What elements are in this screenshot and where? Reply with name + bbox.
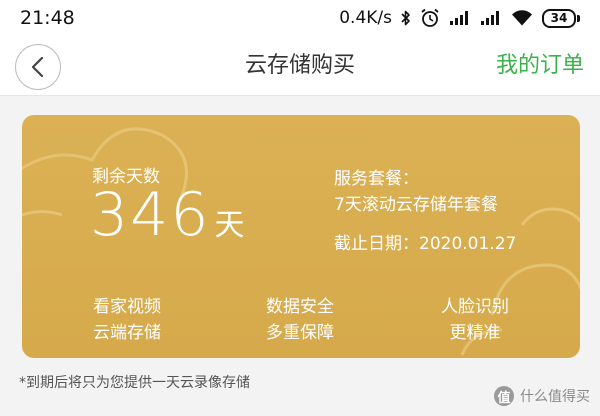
feature-line: 更精准	[449, 323, 501, 343]
network-speed: 0.4K/s	[339, 8, 392, 28]
battery-icon: 34	[542, 8, 580, 28]
status-bar: 21:48 0.4K/s 34	[0, 0, 600, 36]
remaining-days-value: 346	[90, 180, 211, 250]
alarm-clock-icon	[420, 8, 440, 28]
my-orders-link[interactable]: 我的订单	[496, 36, 584, 96]
watermark: 值 什么值得买	[494, 386, 590, 406]
feature-video-storage: 看家视频 云端存储	[67, 294, 187, 346]
feature-face-recognition: 人脸识别 更精准	[415, 294, 535, 346]
service-plan-name: 7天滚动云存储年套餐	[334, 195, 498, 215]
feature-line: 多重保障	[266, 323, 334, 343]
feature-line: 人脸识别	[441, 297, 509, 317]
expiry-date: 截止日期：2020.01.27	[334, 234, 517, 254]
feature-line: 云端存储	[93, 323, 161, 343]
chevron-left-icon	[31, 56, 44, 78]
service-plan-label: 服务套餐：	[334, 169, 419, 189]
subscription-card: 剩余天数 346 天 服务套餐： 7天滚动云存储年套餐 截止日期：2020.01…	[22, 115, 580, 358]
signal-icon	[449, 10, 471, 26]
signal-icon	[480, 10, 502, 26]
battery-level: 34	[542, 8, 576, 28]
watermark-logo-icon: 值	[494, 386, 514, 406]
back-button[interactable]	[15, 44, 61, 90]
status-icons: 0.4K/s 34	[339, 8, 580, 28]
page-header: 云存储购买 我的订单	[0, 36, 600, 96]
expiry-footnote: *到期后将只为您提供一天云录像存储	[19, 375, 250, 391]
status-time: 21:48	[20, 7, 75, 29]
remaining-days: 346 天	[90, 185, 245, 245]
feature-line: 看家视频	[93, 297, 161, 317]
feature-line: 数据安全	[266, 297, 334, 317]
remaining-days-unit: 天	[214, 208, 245, 243]
bluetooth-icon	[401, 9, 411, 27]
watermark-text: 什么值得买	[520, 389, 590, 405]
feature-data-security: 数据安全 多重保障	[240, 294, 360, 346]
wifi-icon	[511, 9, 533, 27]
